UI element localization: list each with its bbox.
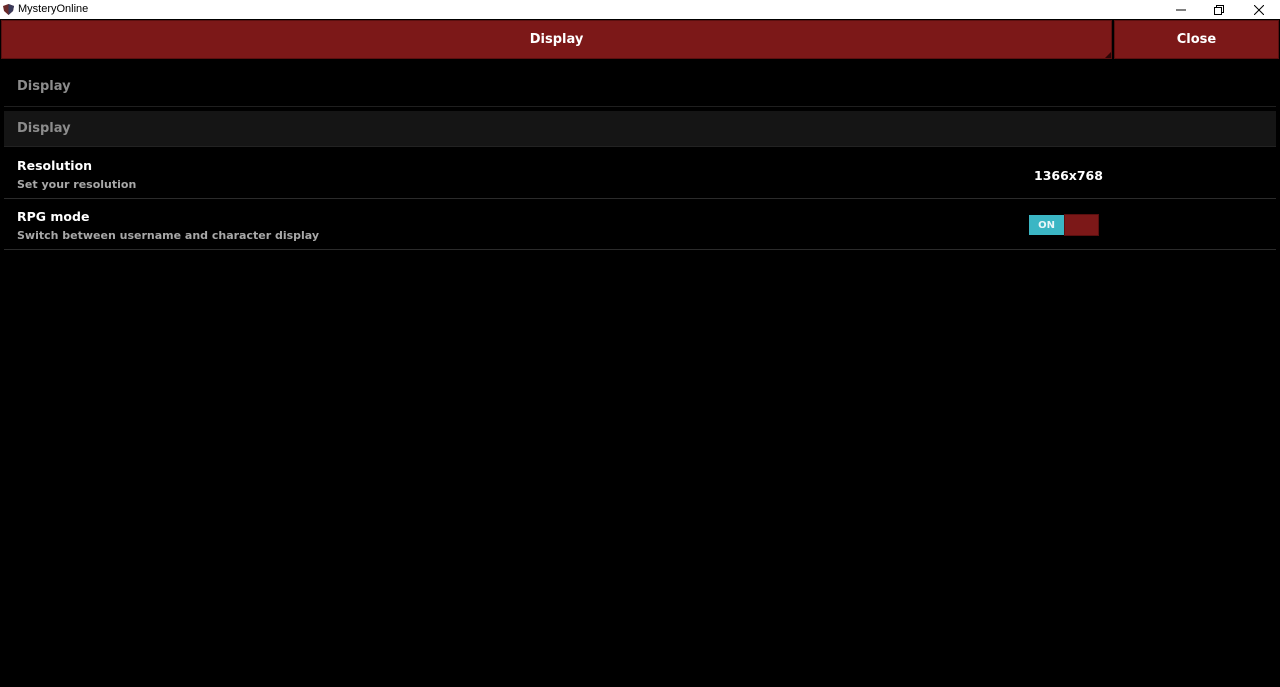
setting-row-resolution: Resolution Set your resolution 1366x768: [4, 149, 1276, 199]
subsection-title-display: Display: [4, 111, 1276, 147]
setting-name: Resolution: [17, 158, 93, 173]
setting-description: Switch between username and character di…: [17, 229, 320, 242]
resolution-value[interactable]: 1366x768: [1034, 168, 1103, 183]
restore-button[interactable]: [1200, 0, 1238, 19]
settings-header: Display Close: [0, 19, 1280, 60]
minimize-button[interactable]: [1162, 0, 1200, 19]
window-titlebar[interactable]: MysteryOnline: [0, 0, 1280, 19]
section-title-text: Display: [17, 79, 71, 94]
section-title-display: Display: [4, 67, 1276, 107]
window-title: MysteryOnline: [18, 3, 89, 15]
tab-display[interactable]: Display: [1, 20, 1112, 59]
close-button-label: Close: [1176, 32, 1217, 47]
close-icon: [1254, 4, 1264, 15]
restore-icon: [1214, 4, 1224, 15]
tab-corner-decoration: [1105, 52, 1111, 58]
minimize-icon: [1176, 5, 1186, 15]
setting-description: Set your resolution: [17, 178, 137, 191]
setting-row-rpg-mode: RPG mode Switch between username and cha…: [4, 200, 1276, 250]
app-shield-icon: [2, 3, 15, 16]
subsection-title-text: Display: [17, 121, 71, 136]
setting-name: RPG mode: [17, 209, 90, 224]
rpg-mode-toggle[interactable]: ON: [1029, 214, 1099, 236]
toggle-on-label: ON: [1029, 215, 1064, 235]
tab-display-label: Display: [529, 32, 584, 47]
toggle-knob[interactable]: [1064, 214, 1099, 236]
window-close-button[interactable]: [1240, 0, 1278, 19]
close-button[interactable]: Close: [1114, 20, 1279, 59]
